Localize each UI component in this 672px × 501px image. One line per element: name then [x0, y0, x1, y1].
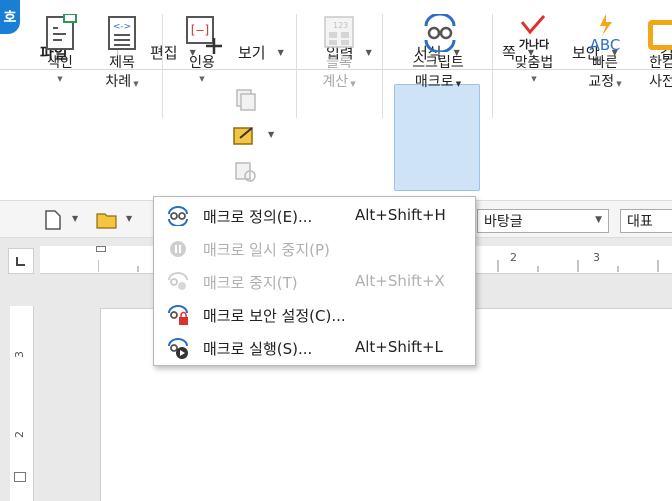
toc-label-2: 차례 ▼ [105, 74, 139, 90]
chevron-down-icon: ▼ [365, 47, 372, 57]
script-macro-button-highlight [394, 84, 480, 191]
macro-security-icon [166, 305, 190, 325]
quick-correct-label-1: 빠른 [592, 55, 618, 71]
index-button[interactable]: 색인 ▼ [40, 13, 80, 83]
macro-define-label: 매크로 정의(E)... [203, 208, 313, 226]
block-calc-label-1: 블록 [326, 55, 352, 71]
style-select[interactable]: 바탕글 ▼ [477, 209, 609, 233]
macro-stop-label: 매크로 중지(T) [203, 274, 298, 292]
macro-stop-item: 매크로 중지(T) Alt+Shift+X [154, 265, 475, 298]
index-icon [42, 13, 78, 52]
copy-icon[interactable] [232, 88, 258, 116]
ruler-tick-label: 2 [13, 431, 26, 438]
new-document-icon[interactable] [44, 210, 62, 234]
script-macro-label-1: 스크립트 [412, 55, 464, 71]
chevron-down-icon[interactable]: ▼ [268, 130, 274, 139]
chevron-down-icon: ▼ [531, 75, 537, 83]
macro-define-shortcut: Alt+Shift+H [355, 206, 446, 224]
chevron-down-icon: ▼ [57, 75, 63, 83]
style-select-value: 바탕글 [484, 214, 523, 230]
quick-correct-icon: ABC [582, 14, 628, 54]
macro-security-item[interactable]: 매크로 보안 설정(C)... [154, 298, 475, 331]
dictionary-icon [644, 14, 672, 52]
index-label: 색인 [47, 55, 73, 71]
vertical-ruler[interactable]: 3 2 [10, 306, 34, 501]
dictionary-label-1: 한컴 [649, 55, 672, 71]
chevron-down-icon: ▼ [199, 75, 205, 83]
chevron-down-icon[interactable]: ▼ [126, 214, 132, 223]
refresh-note-icon[interactable] [232, 160, 258, 188]
svg-text:가나다: 가나다 [519, 37, 550, 51]
macro-define-icon [166, 206, 190, 227]
macro-stop-icon [166, 272, 190, 292]
ruler-tick-label: 3 [13, 351, 26, 358]
macro-security-label: 매크로 보안 설정(C)... [203, 307, 346, 325]
svg-text:<->: <-> [113, 22, 131, 32]
svg-text:123: 123 [333, 21, 348, 30]
tab-stop-corner[interactable] [8, 248, 34, 274]
dictionary-button[interactable]: 한컴 사전 [642, 14, 672, 92]
macro-pause-item: 매크로 일시 중지(P) [154, 232, 475, 265]
quote-icon: [–] [184, 14, 222, 54]
menu-view-label: 보기 [238, 43, 266, 62]
menu-view[interactable]: 보기 ▼ [238, 34, 284, 70]
toc-label-1: 제목 [109, 55, 135, 71]
macro-run-shortcut: Alt+Shift+L [355, 338, 443, 356]
toc-button[interactable]: <-> 제목 차례 ▼ [100, 14, 144, 94]
macro-run-icon [166, 338, 190, 359]
open-folder-icon[interactable] [96, 210, 120, 234]
block-calc-button: 123 블록 계산 ▼ [316, 14, 362, 94]
spellcheck-icon: 가나다 [508, 14, 560, 52]
svg-text:ABC: ABC [590, 36, 621, 52]
quick-correct-label-2: 교정 ▼ [588, 74, 622, 90]
pause-icon [166, 239, 190, 259]
block-calc-label-2: 계산 ▼ [322, 74, 356, 90]
chevron-down-icon: ▼ [595, 215, 602, 225]
table-of-contents-icon: <-> [104, 14, 140, 52]
spellcheck-label: 맞춤법 [514, 55, 554, 71]
quick-correct-button[interactable]: ABC 빠른 교정 ▼ [580, 14, 630, 94]
app-logo[interactable]: 호 [0, 0, 20, 34]
chevron-down-icon: ▼ [277, 47, 284, 57]
svg-text:[–]: [–] [189, 23, 211, 37]
spellcheck-button[interactable]: 가나다 맞춤법 ▼ [508, 14, 560, 83]
script-macro-button[interactable]: 스크립트 매크로 ▼ [396, 12, 480, 94]
font-select-value: 대표 [627, 214, 653, 230]
indent-marker[interactable] [96, 246, 106, 252]
dictionary-label-2: 사전 [649, 74, 672, 90]
edit-note-icon[interactable] [232, 124, 262, 152]
ruler-tick-label: 2 [510, 251, 517, 264]
macro-define-item[interactable]: 매크로 정의(E)... Alt+Shift+H [154, 199, 475, 232]
macro-icon [420, 12, 456, 54]
ribbon-divider [492, 14, 493, 118]
chevron-down-icon[interactable]: ▼ [72, 214, 78, 223]
quote-button[interactable]: [–] 인용 ▼ [180, 14, 224, 83]
macro-run-label: 매크로 실행(S)... [203, 340, 313, 358]
ribbon-divider [296, 14, 297, 118]
font-select[interactable]: 대표 [620, 209, 672, 233]
calculator-icon: 123 [321, 14, 357, 52]
menu-edit-label: 편집 [150, 43, 178, 62]
script-macro-label-2: 매크로 ▼ [414, 74, 462, 90]
macro-run-item[interactable]: 매크로 실행(S)... Alt+Shift+L [154, 331, 475, 364]
macro-pause-label: 매크로 일시 중지(P) [203, 241, 330, 259]
ruler-tick-label: 3 [593, 251, 600, 264]
ribbon-divider [162, 14, 163, 118]
macro-stop-shortcut: Alt+Shift+X [355, 272, 445, 290]
indent-marker[interactable] [14, 472, 26, 482]
macro-dropdown-menu: 매크로 정의(E)... Alt+Shift+H 매크로 일시 중지(P) 매크… [153, 196, 476, 366]
quote-label: 인용 [189, 55, 215, 71]
ribbon-divider [382, 14, 383, 118]
